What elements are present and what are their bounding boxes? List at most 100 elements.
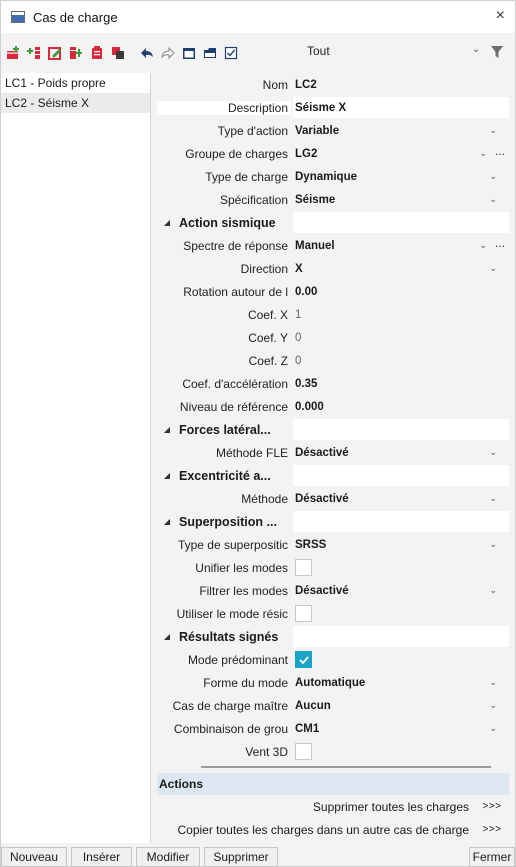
chevron-down-icon[interactable]: ⌄	[479, 148, 487, 159]
copy-icon[interactable]	[67, 44, 85, 62]
chevron-down-icon[interactable]: ⌄	[489, 263, 497, 274]
prop-forme-mode: Forme du mode Automatique ⌄	[157, 671, 509, 694]
chevron-down-icon[interactable]: ⌄	[489, 125, 497, 136]
list-item-lc2[interactable]: LC2 - Séisme X	[1, 93, 150, 113]
coef-y-field[interactable]: 0	[293, 327, 509, 348]
collapse-caret-icon[interactable]: ◢	[157, 218, 177, 227]
new-button[interactable]: Nouveau	[1, 847, 67, 867]
filter-dropdown[interactable]: Tout	[307, 44, 330, 58]
prop-label: Filtrer les modes	[199, 583, 288, 598]
description-field[interactable]: Séisme X	[293, 97, 509, 118]
insert-button[interactable]: Insérer	[71, 847, 132, 867]
check-icon	[298, 655, 309, 664]
superposition-type-select[interactable]: SRSS	[293, 534, 509, 555]
save-icon[interactable]	[201, 44, 219, 62]
chevron-down-icon[interactable]: ⌄	[489, 194, 497, 205]
section-forces-laterales[interactable]: ◢ Forces latéral...	[157, 418, 509, 441]
prop-coef-acc: Coef. d'accélération 0.35	[157, 372, 509, 395]
chevron-down-icon[interactable]: ⌄	[489, 723, 497, 734]
collapse-caret-icon[interactable]: ◢	[157, 517, 177, 526]
mode-shape-select[interactable]: Automatique	[293, 672, 509, 693]
section-excentricite[interactable]: ◢ Excentricité a...	[157, 464, 509, 487]
unify-modes-checkbox[interactable]	[295, 559, 312, 576]
load-group-select[interactable]: LG2	[293, 143, 509, 164]
section-title: Forces latéral...	[179, 422, 271, 437]
property-grid: Nom LC2 Description Séisme X Type d'acti…	[157, 73, 509, 761]
delete-icon[interactable]	[88, 44, 106, 62]
select-value: Automatique	[295, 676, 366, 689]
property-scrollbar[interactable]	[501, 73, 509, 763]
prop-combinaison: Combinaison de grou CM1 ⌄	[157, 717, 509, 740]
action-go-button[interactable]: >>>	[475, 801, 509, 812]
delete-button[interactable]: Supprimer	[204, 847, 278, 867]
chevron-down-icon[interactable]: ⌄	[489, 585, 497, 596]
coef-z-field[interactable]: 0	[293, 350, 509, 371]
acceleration-coef-field[interactable]: 0.35	[293, 373, 509, 394]
filter-modes-select[interactable]: Désactivé	[293, 580, 509, 601]
chevron-down-icon[interactable]: ⌄	[489, 447, 497, 458]
prop-spectre: Spectre de réponse Manuel ⌄ ...	[157, 234, 509, 257]
close-dialog-button[interactable]: Fermer	[469, 847, 515, 867]
undo-icon[interactable]	[138, 44, 156, 62]
prop-nom: Nom LC2	[157, 73, 509, 96]
action-copy-all-loads: Copier toutes les charges dans un autre …	[157, 818, 509, 841]
wind-3d-checkbox[interactable]	[295, 743, 312, 760]
reference-level-field[interactable]: 0.000	[293, 396, 509, 417]
toolbar: Tout ⌄	[1, 41, 515, 65]
delete-all-icon[interactable]	[109, 44, 127, 62]
collapse-caret-icon[interactable]: ◢	[157, 425, 177, 434]
spectrum-select[interactable]: Manuel	[293, 235, 509, 256]
prop-coef-x: Coef. X 1	[157, 303, 509, 326]
chevron-down-icon[interactable]: ⌄	[489, 539, 497, 550]
collapse-caret-icon[interactable]: ◢	[157, 471, 177, 480]
section-action-sismique[interactable]: ◢ Action sismique	[157, 211, 509, 234]
action-go-button[interactable]: >>>	[475, 824, 509, 835]
action-type-select[interactable]: Variable	[293, 120, 509, 141]
group-combination-select[interactable]: CM1	[293, 718, 509, 739]
load-type-select[interactable]: Dynamique	[293, 166, 509, 187]
specification-select[interactable]: Séisme	[293, 189, 509, 210]
master-load-case-select[interactable]: Aucun	[293, 695, 509, 716]
filter-icon[interactable]	[490, 45, 504, 59]
select-value: Aucun	[295, 699, 331, 712]
prop-label: Méthode	[241, 491, 288, 506]
prop-utiliser-mode: Utiliser le mode résic	[157, 602, 509, 625]
action-label: Copier toutes les charges dans un autre …	[177, 822, 469, 837]
prop-coef-z: Coef. Z 0	[157, 349, 509, 372]
direction-select[interactable]: X	[293, 258, 509, 279]
fle-method-select[interactable]: Désactivé	[293, 442, 509, 463]
list-item-lc1[interactable]: LC1 - Poids propre	[1, 73, 150, 93]
predominant-mode-checkbox[interactable]	[295, 651, 312, 668]
prop-groupe: Groupe de charges LG2 ⌄ ...	[157, 142, 509, 165]
section-resultats-signes[interactable]: ◢ Résultats signés	[157, 625, 509, 648]
new-icon[interactable]	[4, 44, 22, 62]
residual-mode-checkbox[interactable]	[295, 605, 312, 622]
checklist-icon[interactable]	[222, 44, 240, 62]
select-value: Manuel	[295, 239, 335, 252]
chevron-down-icon[interactable]: ⌄	[479, 240, 487, 251]
prop-type-action: Type d'action Variable ⌄	[157, 119, 509, 142]
eccentricity-method-select[interactable]: Désactivé	[293, 488, 509, 509]
chevron-down-icon[interactable]: ⌄	[489, 171, 497, 182]
chevron-down-icon[interactable]: ⌄	[489, 677, 497, 688]
prop-type-superposition: Type de superpositic SRSS ⌄	[157, 533, 509, 556]
chevron-down-icon[interactable]: ⌄	[489, 700, 497, 711]
table-icon[interactable]	[180, 44, 198, 62]
section-superposition[interactable]: ◢ Superposition ...	[157, 510, 509, 533]
rotation-field[interactable]: 0.00	[293, 281, 509, 302]
chevron-down-icon[interactable]: ⌄	[489, 493, 497, 504]
prop-direction: Direction X ⌄	[157, 257, 509, 280]
splitter[interactable]	[201, 766, 491, 768]
insert-icon[interactable]	[25, 44, 43, 62]
chevron-down-icon[interactable]: ⌄	[472, 44, 480, 55]
bottom-button-bar: Nouveau Insérer Modifier Supprimer Ferme…	[1, 847, 515, 867]
edit-icon[interactable]	[46, 44, 64, 62]
close-button[interactable]: ×	[496, 7, 505, 25]
modify-button[interactable]: Modifier	[136, 847, 200, 867]
name-field[interactable]: LC2	[293, 74, 509, 95]
coef-x-field[interactable]: 1	[293, 304, 509, 325]
prop-label: Spécification	[219, 192, 288, 207]
prop-label: Combinaison de grou	[173, 721, 288, 736]
collapse-caret-icon[interactable]: ◢	[157, 632, 177, 641]
redo-icon[interactable]	[159, 44, 177, 62]
